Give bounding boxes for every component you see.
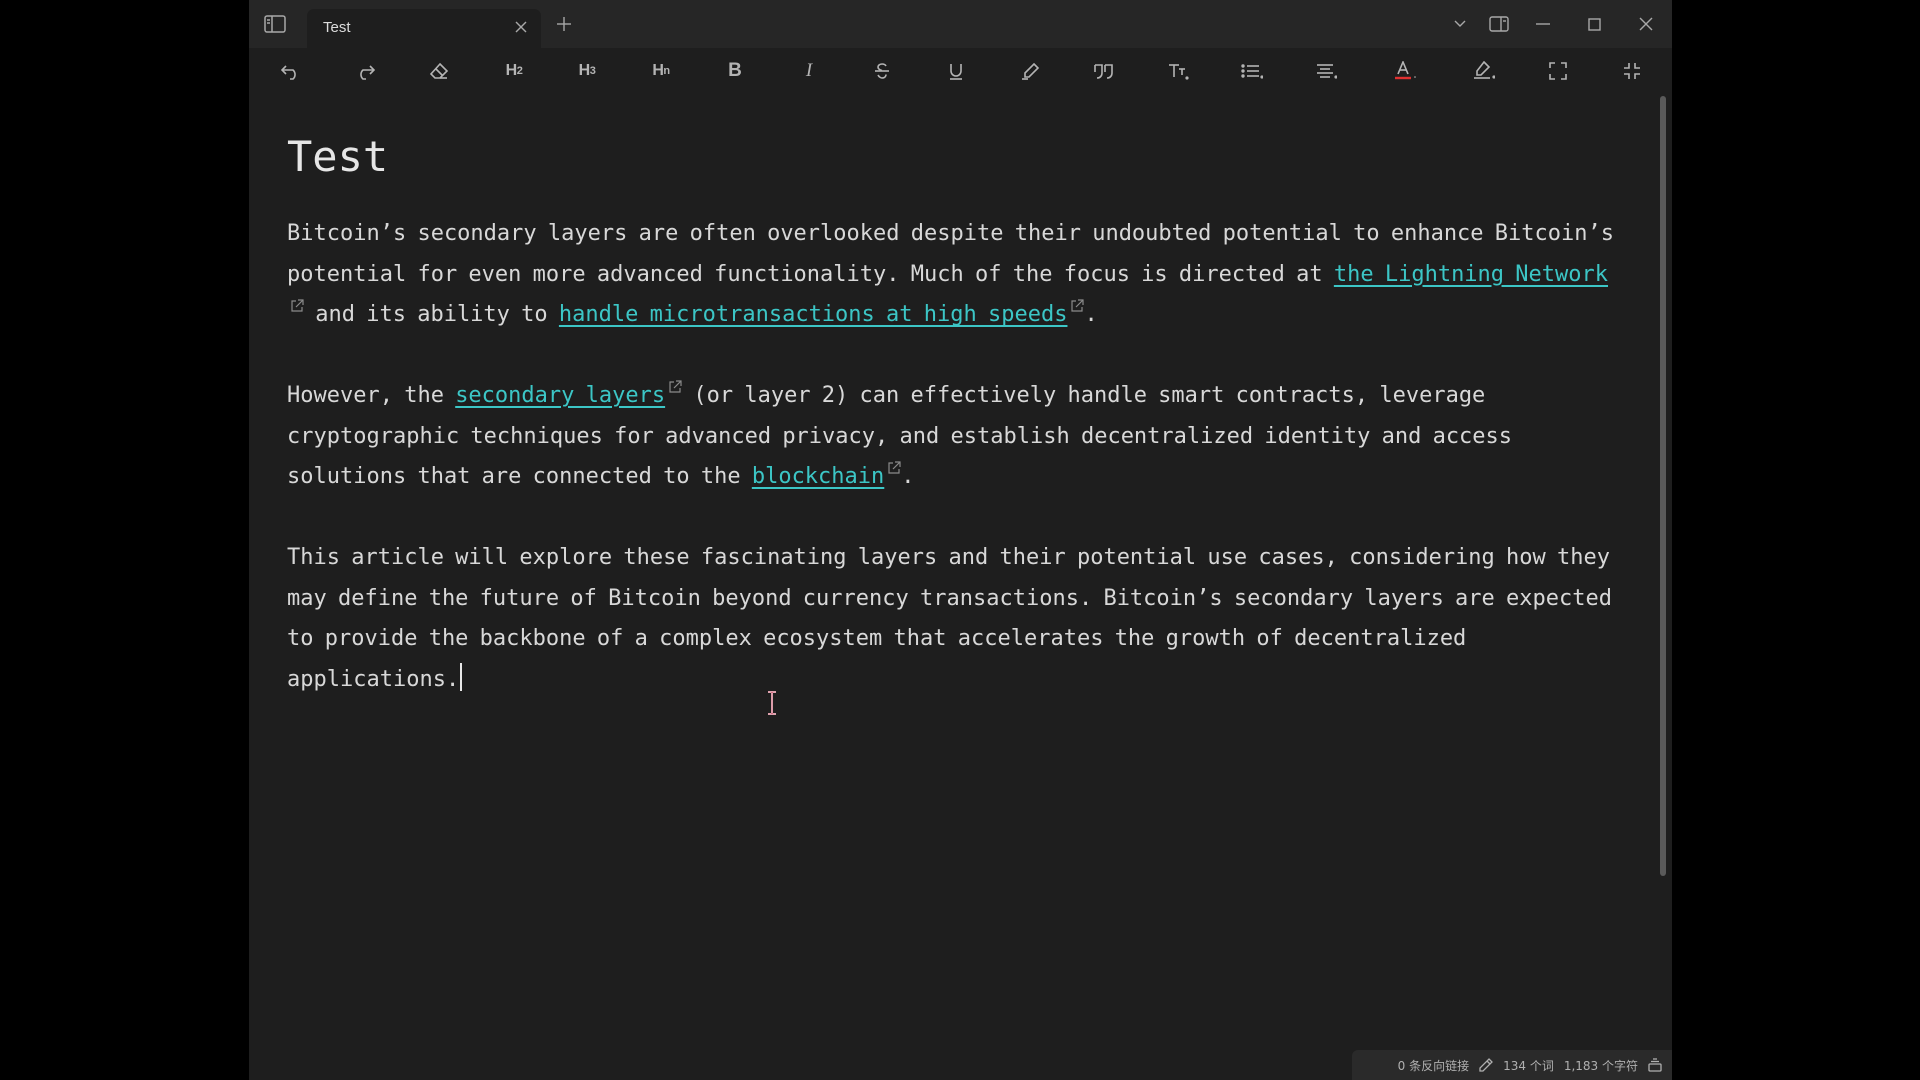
- paragraph-text: This article will explore these fascinat…: [287, 545, 1613, 693]
- paragraph-text: .: [901, 464, 915, 490]
- minimize-icon: [1536, 23, 1550, 25]
- text-color-button[interactable]: [1388, 54, 1422, 88]
- editor-content[interactable]: Test Bitcoin’s secondary layers are ofte…: [287, 100, 1617, 1040]
- underline-icon: [950, 64, 962, 80]
- pencil-icon[interactable]: [1479, 1058, 1494, 1072]
- link-secondary-layers[interactable]: secondary layers: [455, 383, 665, 408]
- redo-icon: [360, 65, 375, 80]
- undo-button[interactable]: [274, 54, 308, 88]
- clear-format-button[interactable]: [422, 54, 456, 88]
- quote-button[interactable]: [1087, 54, 1121, 88]
- marker-icon: [1022, 62, 1040, 80]
- text-cursor-icon: [768, 691, 776, 715]
- word-count: 134 个词: [1503, 1058, 1554, 1073]
- strikethrough-button[interactable]: [865, 54, 899, 88]
- exit-fullscreen-button[interactable]: [1615, 54, 1649, 88]
- external-link-icon: [1071, 299, 1085, 313]
- close-icon: [515, 21, 527, 33]
- heading-2-label: H: [505, 62, 518, 79]
- app-window: Test H 2 H 3 H n B I Test Bitcoin’s seco…: [249, 0, 1672, 1080]
- italic-button[interactable]: I: [792, 54, 826, 88]
- fullscreen-button[interactable]: [1541, 54, 1575, 88]
- char-count: 1,183 个字符: [1563, 1058, 1638, 1073]
- link-lightning-network[interactable]: the Lightning Network: [1334, 262, 1608, 287]
- list-icon: [1241, 64, 1263, 79]
- backlinks-count[interactable]: 0 条反向链接: [1398, 1057, 1469, 1074]
- highlight-color-button[interactable]: [1467, 54, 1501, 88]
- heading-3-button[interactable]: H3: [570, 54, 604, 88]
- stack-icon[interactable]: [1648, 1058, 1662, 1072]
- tab-test[interactable]: Test: [307, 9, 541, 48]
- heading-2-sub: 2: [516, 65, 523, 77]
- paragraph-text: .: [1084, 302, 1098, 328]
- split-view-button[interactable]: [1481, 0, 1517, 48]
- eraser-icon: [429, 62, 449, 79]
- paragraph[interactable]: This article will explore these fascinat…: [287, 538, 1617, 701]
- bold-label: B: [728, 60, 742, 81]
- document-title[interactable]: Test: [287, 132, 388, 181]
- bold-button[interactable]: B: [718, 54, 752, 88]
- redo-button[interactable]: [348, 54, 382, 88]
- undo-icon: [281, 65, 296, 80]
- external-link-icon: [669, 380, 682, 393]
- paragraph-text: However, the: [287, 383, 456, 408]
- sidebar-toggle-button[interactable]: [251, 0, 299, 48]
- tab-title: Test: [323, 19, 351, 36]
- highlight-icon: [1474, 61, 1495, 79]
- tab-close-button[interactable]: [507, 13, 535, 41]
- sidebar-toggle-icon: [264, 15, 286, 33]
- maximize-icon: [1587, 17, 1601, 31]
- text-size-icon: [1169, 64, 1189, 80]
- external-link-icon: [888, 461, 901, 475]
- maximize-button[interactable]: [1572, 0, 1616, 48]
- fullscreen-icon: [1549, 62, 1567, 80]
- list-button[interactable]: [1235, 54, 1269, 88]
- paragraph[interactable]: Bitcoin’s secondary layers are often ove…: [287, 214, 1617, 336]
- paragraph[interactable]: However, the secondary layers (or layer …: [287, 376, 1617, 498]
- scrollbar-thumb[interactable]: [1660, 96, 1666, 876]
- text-color-icon: [1395, 61, 1416, 80]
- align-button[interactable]: [1309, 54, 1343, 88]
- title-bar: Test: [249, 0, 1672, 48]
- link-blockchain[interactable]: blockchain: [752, 464, 884, 489]
- heading-n-sub: n: [663, 65, 670, 77]
- tab-list-button[interactable]: [1445, 0, 1475, 48]
- heading-n-label: H: [652, 62, 664, 79]
- plus-icon: [557, 17, 571, 31]
- highlight-pen-button[interactable]: [1013, 54, 1047, 88]
- minimize-button[interactable]: [1521, 0, 1565, 48]
- split-view-icon: [1489, 16, 1509, 32]
- text-caret: [460, 663, 463, 692]
- new-tab-button[interactable]: [549, 0, 579, 48]
- editor-scrollbar[interactable]: [1660, 96, 1668, 876]
- italic-label: I: [805, 60, 813, 81]
- align-icon: [1317, 64, 1337, 79]
- text-size-button[interactable]: [1161, 54, 1195, 88]
- underline-button[interactable]: [939, 54, 973, 88]
- chevron-down-icon: [1454, 20, 1466, 27]
- heading-3-label: H: [578, 62, 591, 79]
- link-microtransactions[interactable]: handle microtransactions at high speeds: [559, 302, 1068, 327]
- close-window-button[interactable]: [1623, 0, 1669, 48]
- exit-fullscreen-icon: [1624, 63, 1640, 79]
- quote-icon: [1094, 64, 1113, 79]
- heading-n-button[interactable]: Hn: [644, 54, 678, 88]
- strikethrough-icon: [875, 63, 889, 79]
- paragraph-text: and its ability to: [304, 302, 559, 328]
- close-icon: [1639, 17, 1653, 31]
- external-link-icon: [291, 299, 304, 313]
- status-bar: 0 条反向链接 134 个词 1,183 个字符: [1352, 1050, 1672, 1080]
- format-toolbar: H2 H3 Hn B I: [249, 48, 1672, 92]
- heading-2-button[interactable]: H2: [497, 54, 531, 88]
- heading-3-sub: 3: [589, 65, 596, 77]
